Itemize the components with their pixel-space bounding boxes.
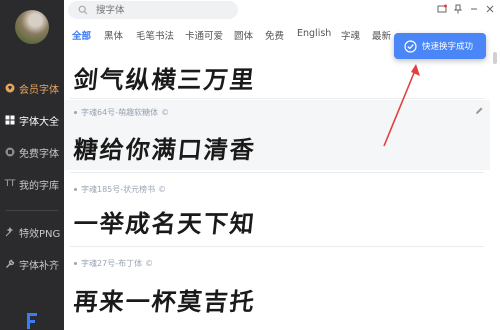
diamond-icon [5,83,15,93]
sidebar-item-all-fonts[interactable]: 字体大全 [0,108,64,132]
bullet-dot [74,111,77,114]
sidebar-item-effect-png[interactable]: 特效PNG [0,220,64,244]
scrollbar[interactable] [493,52,497,64]
copyright-icon: © [145,259,154,268]
list-item[interactable]: 字魂185号-状元榜书 © 一举成名天下知 [64,178,490,244]
sidebar-item-label: 字体补齐 [19,260,59,272]
font-sample: 糖给你满口清香 [72,135,258,164]
tab-calligraphy[interactable]: 毛笔书法 [136,28,174,42]
close-icon[interactable] [484,3,496,15]
font-sample: 再来一杯莫吉托 [72,287,258,316]
search-icon [78,5,88,15]
search-input[interactable] [94,3,228,17]
sidebar: 会员字体 字体大全 免费字体 TT 我的字库 特效PNG 字体补齐 [0,0,64,330]
list-item[interactable]: 字魂27号-布丁体 © 再来一杯莫吉托 [64,252,490,330]
font-name-text: 字魂27号-布丁体 [81,259,143,268]
bullet-dot [74,188,77,191]
font-name: 字魂185号-状元榜书 © [74,184,166,195]
pin-icon[interactable] [452,3,464,15]
copyright-icon: © [161,108,170,117]
row-divider [70,172,484,173]
sidebar-item-my-fonts[interactable]: TT 我的字库 [0,172,64,196]
success-toast: 快速换字成功 [394,33,486,59]
sidebar-item-free-fonts[interactable]: 免费字体 [0,140,64,164]
app-logo-icon [27,313,37,329]
font-name-text: 字魂64号-萌趣软糖体 [81,108,159,117]
font-sample: 一举成名天下知 [72,209,258,238]
row-divider [70,246,484,247]
wrench-icon [5,259,15,269]
tab-free[interactable]: 免费 [265,28,284,42]
free-icon [5,147,15,157]
tab-zihun[interactable]: 字魂 [341,28,360,42]
tab-all[interactable]: 全部 [72,28,91,42]
font-name: 字魂27号-布丁体 © [74,258,153,269]
tab-heiti[interactable]: 黑体 [104,28,123,42]
sidebar-item-label: 会员字体 [19,84,59,96]
sidebar-item-label: 免费字体 [19,148,59,160]
tab-cartoon[interactable]: 卡通可爱 [185,28,223,42]
sidebar-item-label: 字体大全 [19,116,59,128]
search-box[interactable] [68,1,238,19]
top-bar [64,0,500,22]
sidebar-divider [6,210,58,211]
sidebar-item-font-fill[interactable]: 字体补齐 [0,252,64,276]
minimize-icon[interactable] [468,3,480,15]
sidebar-item-label: 特效PNG [19,228,61,240]
avatar[interactable] [15,10,49,44]
sidebar-item-label: 我的字库 [19,180,59,192]
effect-icon [5,227,15,237]
toast-text: 快速换字成功 [422,42,474,52]
message-icon[interactable] [436,3,448,15]
edit-icon[interactable] [474,106,484,116]
font-name-text: 字魂185号-状元榜书 [81,185,156,194]
annotation-arrow-icon [383,64,420,147]
check-circle-icon [404,39,417,53]
tab-newest[interactable]: 最新 [372,28,391,42]
grid-icon [5,115,15,125]
font-icon: TT [4,179,16,189]
sidebar-item-vip-fonts[interactable]: 会员字体 [0,76,64,100]
font-name: 字魂64号-萌趣软糖体 © [74,107,169,118]
font-sample: 剑气纵横三万里 [72,65,258,94]
tab-english[interactable]: English [297,28,331,39]
tab-round[interactable]: 圆体 [234,28,253,42]
copyright-icon: © [158,185,167,194]
bullet-dot [74,262,77,265]
